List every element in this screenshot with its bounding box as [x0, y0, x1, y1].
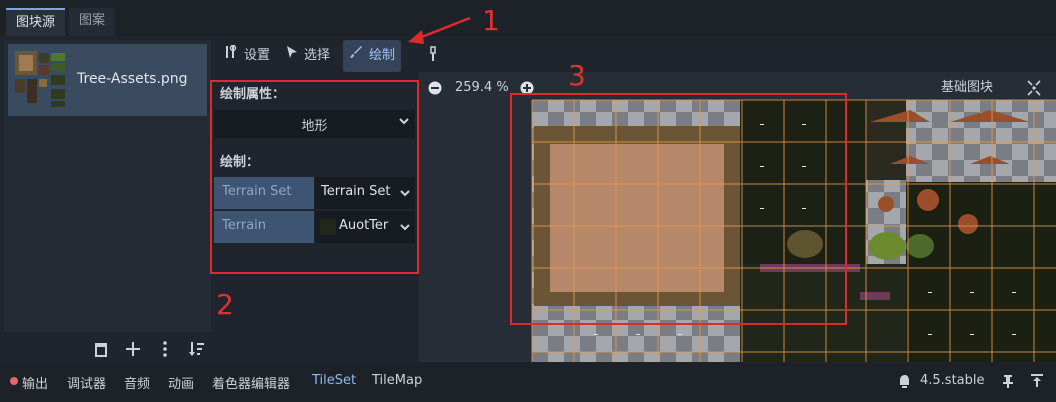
zoom-level[interactable]: 259.4 % — [455, 80, 509, 95]
base-tiles-label: 基础图块 — [941, 80, 994, 95]
wrench-icon — [224, 40, 238, 72]
tab-tileset[interactable]: TileSet — [312, 373, 356, 388]
annotation-number-1: 1 — [482, 4, 500, 37]
error-dot-icon — [10, 377, 18, 385]
more-options-icon[interactable] — [156, 340, 174, 358]
setup-button[interactable]: 设置 — [218, 40, 276, 72]
select-label: 选择 — [304, 48, 331, 63]
annotation-box-2 — [210, 80, 419, 274]
brush-icon — [349, 40, 363, 72]
setup-label: 设置 — [244, 48, 271, 63]
cursor-icon — [286, 40, 298, 72]
annotation-box-3 — [510, 93, 847, 325]
annotation-arrow — [406, 14, 476, 52]
delete-icon[interactable] — [92, 340, 110, 358]
pin-icon[interactable] — [1001, 373, 1015, 393]
select-button[interactable]: 选择 — [280, 40, 336, 72]
tab-output[interactable]: 输出 — [22, 373, 48, 392]
notification-icon[interactable] — [897, 373, 911, 393]
tab-debugger[interactable]: 调试器 — [67, 373, 106, 392]
sort-icon[interactable] — [188, 340, 206, 358]
annotation-number-3: 3 — [568, 59, 586, 92]
add-icon[interactable] — [124, 340, 142, 358]
annotation-number-2: 2 — [216, 288, 234, 321]
atlas-thumbnail — [13, 49, 69, 109]
tab-shader-editor[interactable]: 着色器编辑器 — [212, 373, 290, 392]
tab-patterns[interactable]: 图案 — [69, 8, 116, 36]
tab-tilemap[interactable]: TileMap — [372, 373, 422, 388]
tab-audio[interactable]: 音频 — [124, 373, 150, 392]
paint-label: 绘制 — [369, 48, 396, 63]
source-file-name: Tree-Assets.png — [77, 71, 188, 87]
tab-tile-sources[interactable]: 图块源 — [6, 8, 66, 36]
version-label: 4.5.stable — [920, 373, 985, 388]
expand-panel-icon[interactable] — [1030, 373, 1044, 393]
source-tab-bar — [0, 0, 1056, 36]
tab-animation[interactable]: 动画 — [168, 373, 194, 392]
paint-button[interactable]: 绘制 — [343, 40, 402, 72]
